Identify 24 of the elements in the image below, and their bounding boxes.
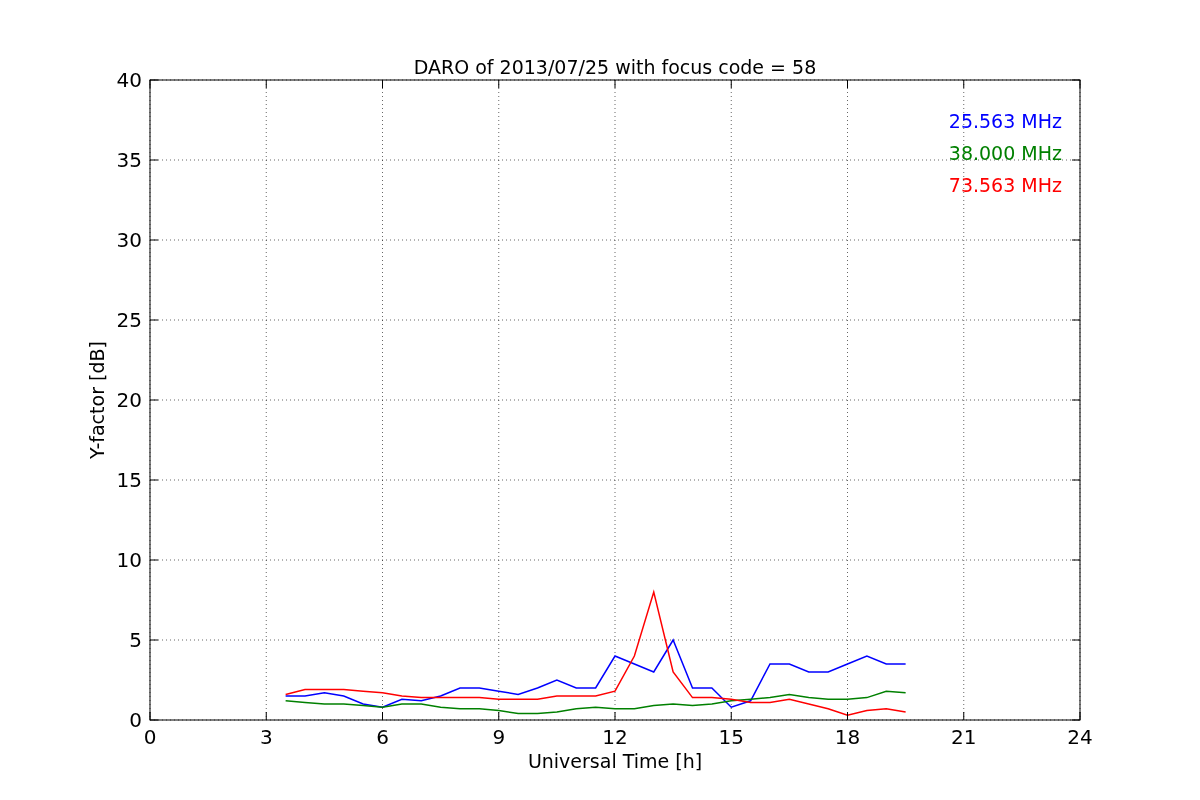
- tick-label: 15: [116, 468, 142, 492]
- y-axis-label: Y-factor [dB]: [86, 341, 108, 459]
- tick-label: 5: [129, 628, 142, 652]
- tick-label: 18: [834, 725, 861, 749]
- tick-label: 25: [116, 308, 142, 332]
- tick-label: 12: [602, 725, 628, 749]
- x-axis-label: Universal Time [h]: [527, 750, 703, 772]
- tick-label: 20: [116, 388, 142, 412]
- tick-label: 9: [492, 725, 506, 749]
- tick-label: 21: [951, 725, 977, 749]
- tick-label: 15: [718, 725, 744, 749]
- legend-label: 38.000 MHz: [948, 142, 1062, 164]
- tick-label: 0: [129, 708, 142, 732]
- tick-label: 0: [143, 725, 157, 749]
- legend-label: 73.563 MHz: [948, 174, 1062, 196]
- tick-label: 30: [116, 228, 142, 252]
- tick-label: 40: [116, 68, 142, 92]
- tick-label: 10: [116, 548, 142, 572]
- legend-label: 25.563 MHz: [948, 110, 1062, 132]
- tick-label: 24: [1067, 725, 1093, 749]
- tick-label: 6: [376, 725, 389, 749]
- chart-title: DARO of 2013/07/25 with focus code = 58: [413, 56, 817, 78]
- tick-label: 3: [259, 725, 273, 749]
- tick-label: 35: [116, 148, 142, 172]
